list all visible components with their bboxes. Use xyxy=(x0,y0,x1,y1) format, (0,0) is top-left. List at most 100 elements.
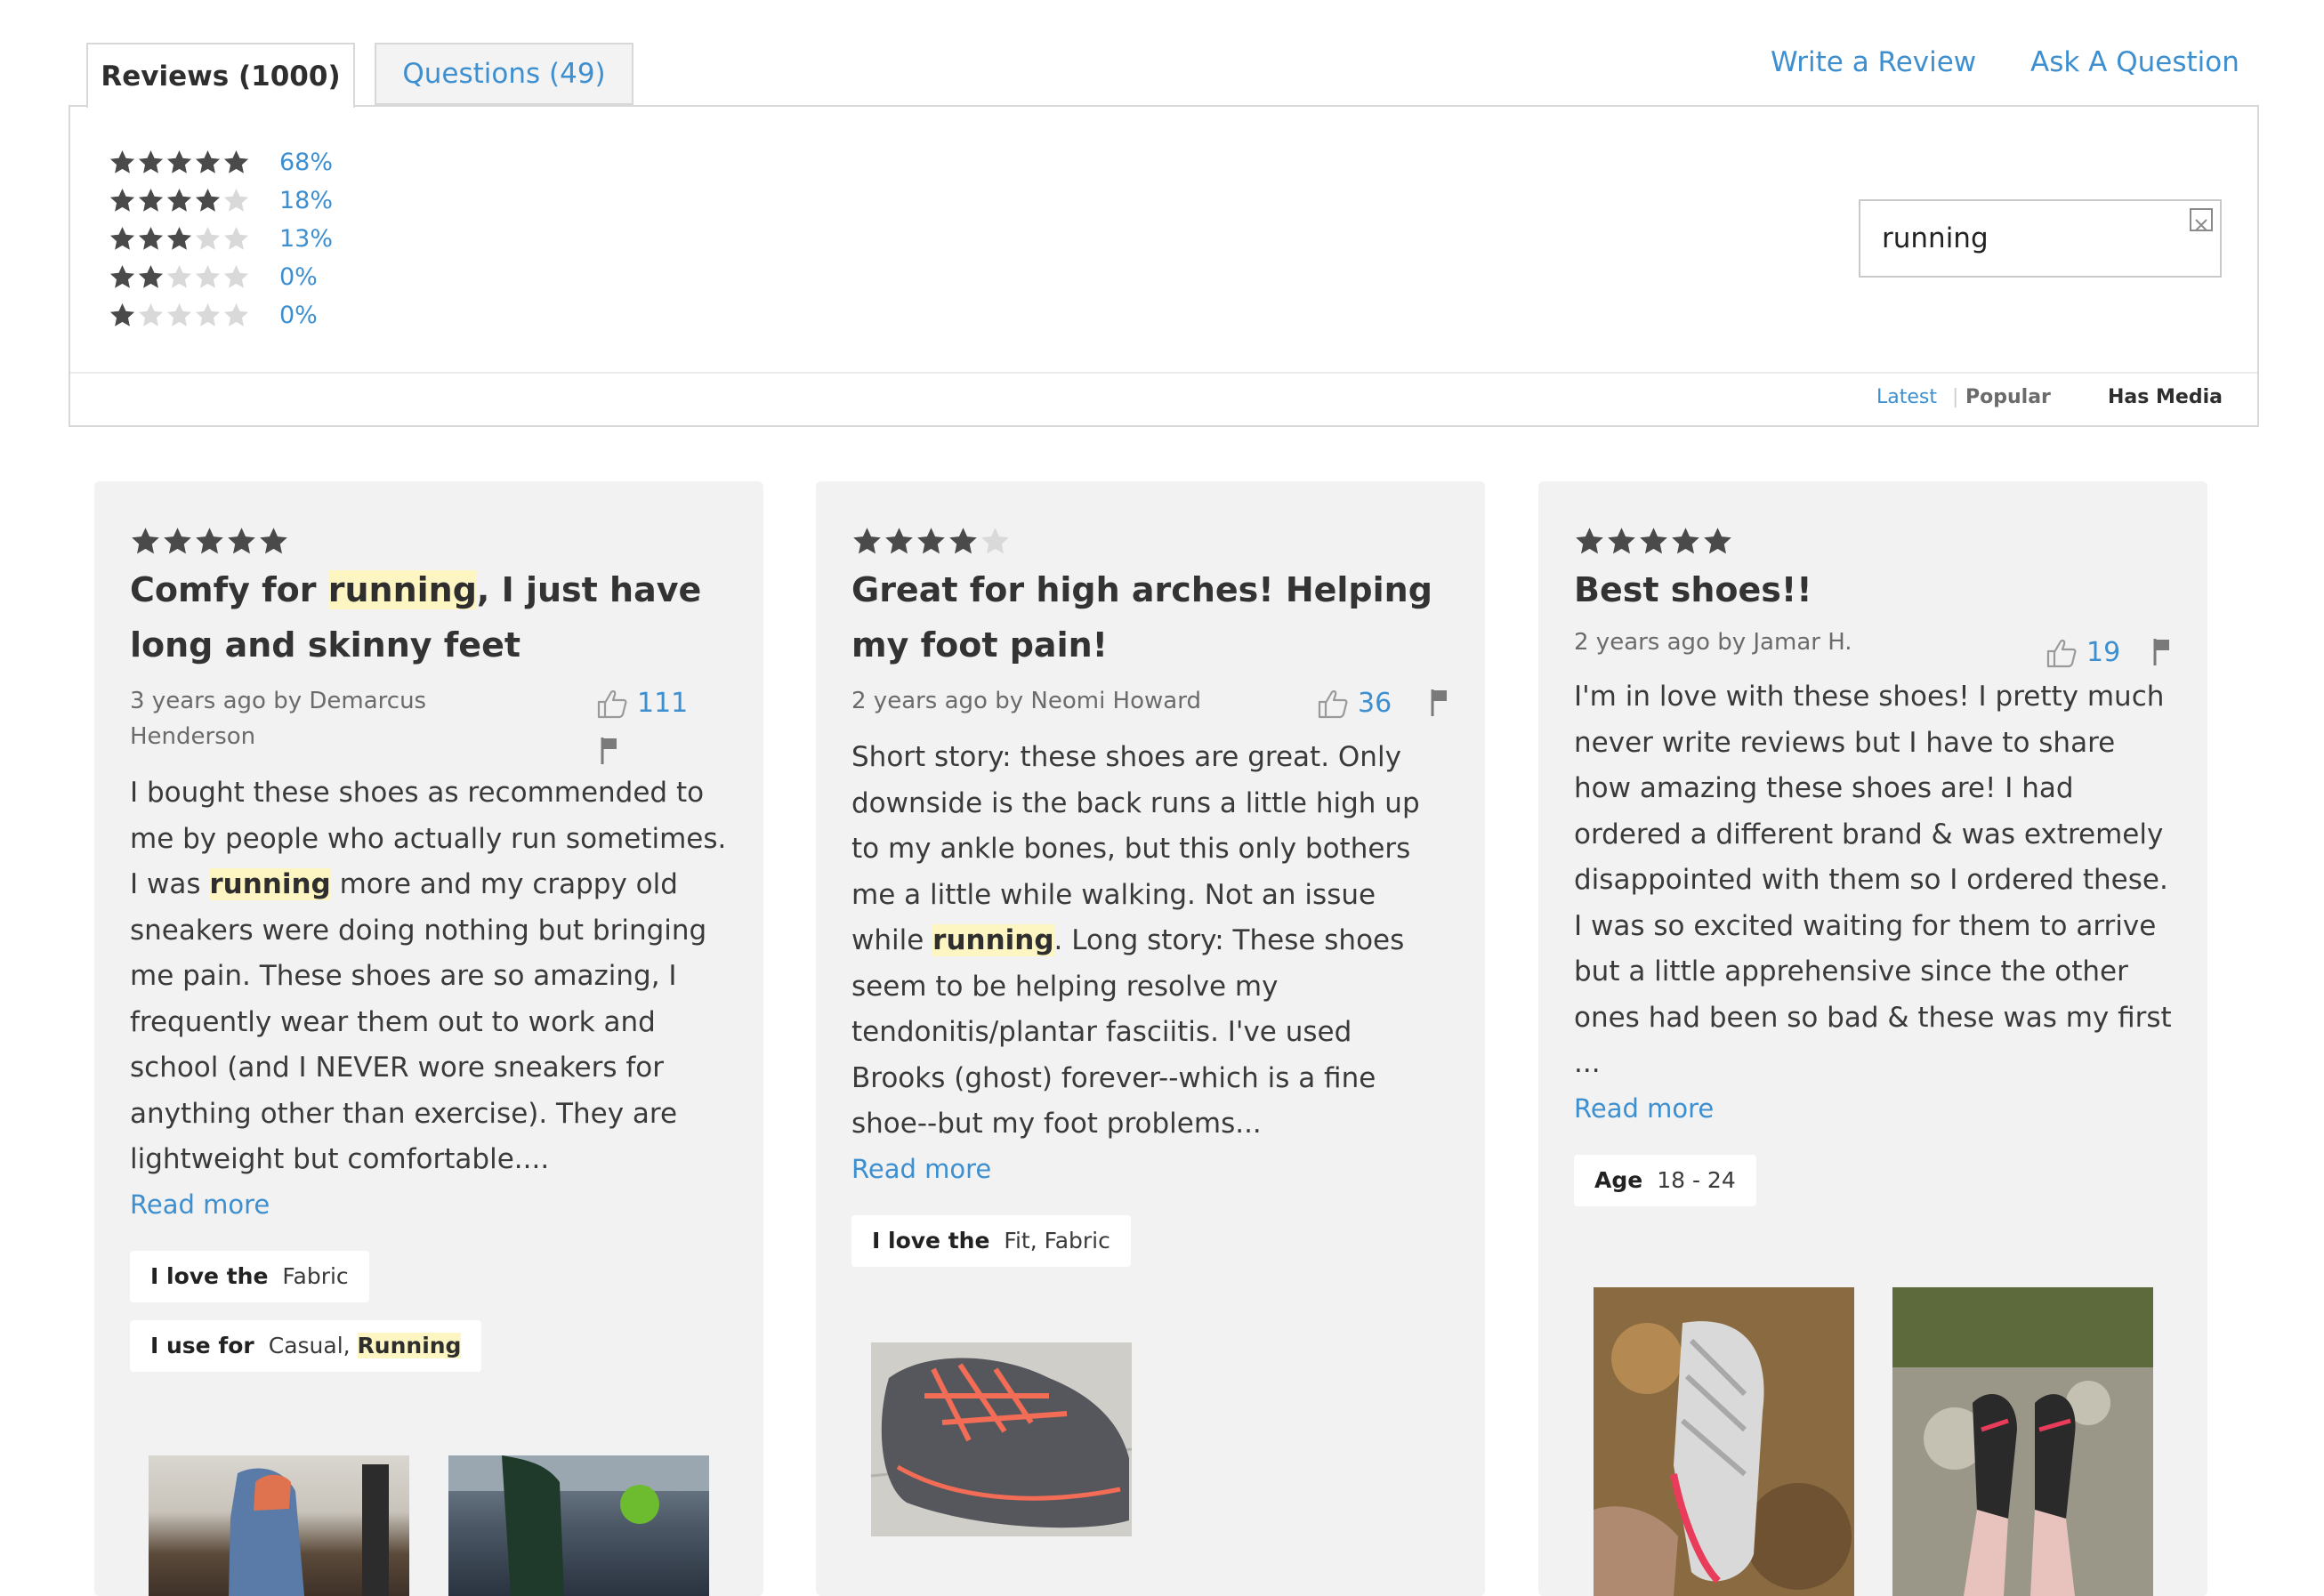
star-filled-icon xyxy=(109,226,135,250)
review-meta: 3 years ago by Demarcus Henderson xyxy=(130,688,427,750)
chip-row: I love the Fabric xyxy=(130,1250,728,1302)
star-filled-icon xyxy=(260,528,287,554)
thumbs-up-icon xyxy=(1318,689,1348,718)
histogram-row-1[interactable]: 0% xyxy=(109,297,318,333)
star-filled-icon xyxy=(138,226,164,250)
histogram-percent: 13% xyxy=(279,224,334,253)
review-body: Short story: these shoes are great. Only… xyxy=(851,741,1420,1140)
star-empty-icon xyxy=(166,302,192,326)
helpful-count: 19 xyxy=(2086,637,2121,668)
star-filled-icon xyxy=(1704,528,1731,554)
read-more-link[interactable]: Read more xyxy=(1574,1087,2172,1130)
star-filled-icon xyxy=(1672,528,1699,554)
filter-has-media[interactable]: Has Media xyxy=(2108,386,2223,408)
review-photo[interactable] xyxy=(871,1342,1132,1536)
star-filled-icon xyxy=(195,188,221,212)
attribute-chip-use: I use for Casual, Running xyxy=(130,1319,482,1372)
star-empty-icon xyxy=(981,528,1009,554)
star-empty-icon xyxy=(223,264,249,288)
tab-questions[interactable]: Questions (49) xyxy=(375,43,633,105)
helpful-vote-button[interactable]: 111 xyxy=(596,688,688,719)
histogram-row-4[interactable]: 18% xyxy=(109,182,333,218)
star-filled-icon xyxy=(138,149,164,173)
flag-icon[interactable] xyxy=(1430,688,1449,721)
helpful-count: 36 xyxy=(1358,688,1392,719)
star-filled-icon xyxy=(228,528,255,554)
star-filled-icon xyxy=(917,528,945,554)
sort-filter-bar: Latest | Popular Has Media xyxy=(70,372,2257,427)
star-filled-icon xyxy=(109,188,135,212)
helpful-vote-button[interactable]: 19 xyxy=(2046,637,2120,668)
star-empty-icon xyxy=(195,226,221,250)
star-empty-icon xyxy=(223,226,249,250)
histogram-row-5[interactable]: 68% xyxy=(109,144,333,180)
star-filled-icon xyxy=(1608,528,1635,554)
star-filled-icon xyxy=(138,264,164,288)
read-more-link[interactable]: Read more xyxy=(851,1148,1449,1190)
review-photo[interactable] xyxy=(149,1455,409,1596)
review-title: Comfy for running, I just have long and … xyxy=(130,570,702,665)
histogram-row-3[interactable]: 13% xyxy=(109,221,333,256)
star-rating xyxy=(109,225,251,253)
star-filled-icon xyxy=(166,149,192,173)
helpful-vote-button[interactable]: 36 xyxy=(1317,688,1392,719)
review-body: I bought these shoes as recommended to m… xyxy=(130,777,727,1175)
review-photo[interactable] xyxy=(1892,1287,2153,1596)
star-empty-icon xyxy=(166,264,192,288)
star-filled-icon xyxy=(109,302,135,326)
chip-row: Age 18 - 24 xyxy=(1574,1154,2172,1206)
search-highlight: running xyxy=(209,868,331,900)
read-more-link[interactable]: Read more xyxy=(130,1183,728,1226)
search-value: running xyxy=(1882,222,1989,254)
sort-divider: | xyxy=(1952,386,1959,408)
star-filled-icon xyxy=(885,528,913,554)
clear-search-icon[interactable] xyxy=(2190,208,2213,231)
star-empty-icon xyxy=(195,264,221,288)
review-card: Best shoes!! 2 years ago by Jamar H. I'm… xyxy=(1538,481,2207,1596)
helpful-count: 111 xyxy=(637,688,689,719)
sort-latest[interactable]: Latest xyxy=(1876,386,1937,408)
histogram-row-2[interactable]: 0% xyxy=(109,259,318,294)
star-filled-icon xyxy=(949,528,977,554)
histogram-percent: 0% xyxy=(279,301,318,329)
review-body: I'm in love with these shoes! I pretty m… xyxy=(1574,681,2172,1079)
chip-row: I love the Fit, Fabric xyxy=(851,1214,1449,1267)
flag-icon[interactable] xyxy=(600,736,619,770)
tab-reviews[interactable]: Reviews (1000) xyxy=(86,43,355,108)
thumbs-up-icon xyxy=(597,689,627,718)
star-empty-icon xyxy=(223,188,249,212)
star-filled-icon xyxy=(1640,528,1667,554)
star-empty-icon xyxy=(195,302,221,326)
search-highlight: running xyxy=(327,570,477,609)
star-filled-icon xyxy=(196,528,223,554)
review-title: Best shoes!! xyxy=(1574,570,1812,609)
flag-icon[interactable] xyxy=(2152,637,2172,671)
star-empty-icon xyxy=(138,302,164,326)
star-rating xyxy=(1574,526,2172,557)
sort-popular[interactable]: Popular xyxy=(1965,386,2051,408)
star-filled-icon xyxy=(138,188,164,212)
attribute-chip-love: I love the Fabric xyxy=(130,1250,369,1302)
star-filled-icon xyxy=(164,528,191,554)
star-filled-icon xyxy=(132,528,159,554)
chip-row: I use for Casual, Running xyxy=(130,1319,728,1372)
ask-question-link[interactable]: Ask A Question xyxy=(2030,46,2239,78)
histogram-percent: 0% xyxy=(279,262,318,291)
star-filled-icon xyxy=(195,149,221,173)
star-empty-icon xyxy=(223,302,249,326)
review-photo[interactable] xyxy=(1594,1287,1854,1596)
star-filled-icon xyxy=(166,226,192,250)
star-filled-icon xyxy=(166,188,192,212)
search-input[interactable]: running xyxy=(1859,199,2222,278)
write-review-link[interactable]: Write a Review xyxy=(1771,46,1976,78)
star-filled-icon xyxy=(223,149,249,173)
rating-summary: 68% 18% 13% 0% 0% running Latest | Popul… xyxy=(69,105,2259,427)
review-photo[interactable] xyxy=(448,1455,709,1596)
review-title: Great for high arches! Helping my foot p… xyxy=(851,570,1432,665)
star-rating xyxy=(109,302,251,329)
star-rating xyxy=(130,526,728,557)
review-card: Comfy for running, I just have long and … xyxy=(94,481,763,1596)
attribute-chip-love: I love the Fit, Fabric xyxy=(851,1214,1131,1267)
star-filled-icon xyxy=(1576,528,1603,554)
histogram-percent: 18% xyxy=(279,186,334,214)
